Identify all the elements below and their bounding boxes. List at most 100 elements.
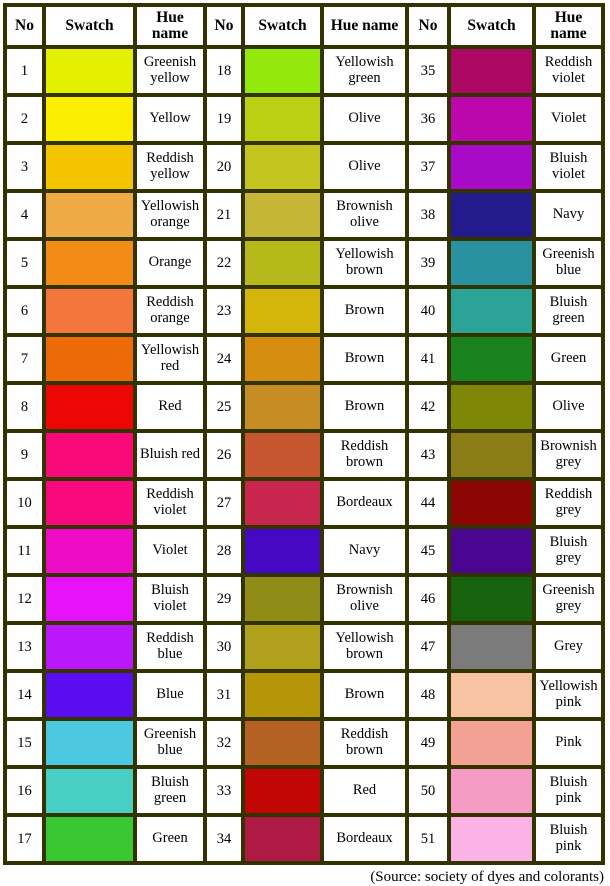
color-swatch <box>245 481 320 525</box>
hue-name: Grey <box>534 623 603 671</box>
header-hue-3: Hue name <box>534 5 603 47</box>
header-no-1: No <box>5 5 44 47</box>
swatch-number: 16 <box>5 767 44 815</box>
hue-name: Navy <box>322 527 407 575</box>
color-swatch <box>245 385 320 429</box>
swatch-cell <box>44 143 135 191</box>
swatch-cell <box>243 47 322 95</box>
color-swatch <box>451 769 532 813</box>
table-row: 1 Greenish yellow 18 Yellowish green 35 Reddi… <box>5 47 603 95</box>
hue-name: Green <box>135 815 205 863</box>
swatch-number: 17 <box>5 815 44 863</box>
color-swatch <box>451 673 532 717</box>
hue-swatch-table: No Swatch Hue name No Swatch Hue name No… <box>3 3 605 865</box>
header-hue-2: Hue name <box>322 5 407 47</box>
swatch-cell <box>243 623 322 671</box>
hue-name: Orange <box>135 239 205 287</box>
color-swatch <box>245 337 320 381</box>
color-swatch <box>245 577 320 621</box>
swatch-number: 43 <box>407 431 449 479</box>
swatch-cell <box>243 335 322 383</box>
color-swatch <box>46 529 133 573</box>
swatch-number: 19 <box>205 95 243 143</box>
swatch-cell <box>44 527 135 575</box>
hue-name: Brown <box>322 383 407 431</box>
swatch-cell <box>44 431 135 479</box>
swatch-cell <box>243 239 322 287</box>
swatch-cell <box>449 671 534 719</box>
table-body: 1 Greenish yellow 18 Yellowish green 35 Reddi… <box>5 47 603 863</box>
hue-name: Blue <box>135 671 205 719</box>
swatch-number: 23 <box>205 287 243 335</box>
hue-name: Yellow <box>135 95 205 143</box>
color-swatch <box>46 769 133 813</box>
swatch-cell <box>449 575 534 623</box>
color-swatch <box>451 145 532 189</box>
swatch-cell <box>44 575 135 623</box>
hue-name: Bluish violet <box>534 143 603 191</box>
swatch-cell <box>243 527 322 575</box>
hue-name: Bluish violet <box>135 575 205 623</box>
color-swatch <box>245 673 320 717</box>
table-row: 2 Yellow 19 Olive 36 Violet <box>5 95 603 143</box>
color-swatch <box>451 817 532 861</box>
color-swatch <box>451 289 532 333</box>
swatch-number: 42 <box>407 383 449 431</box>
hue-name: Bluish green <box>534 287 603 335</box>
swatch-cell <box>243 191 322 239</box>
hue-name: Bordeaux <box>322 479 407 527</box>
swatch-number: 46 <box>407 575 449 623</box>
hue-name: Bluish grey <box>534 527 603 575</box>
swatch-cell <box>44 95 135 143</box>
swatch-cell <box>243 431 322 479</box>
header-swatch-2: Swatch <box>243 5 322 47</box>
swatch-cell <box>449 623 534 671</box>
color-swatch <box>46 241 133 285</box>
swatch-number: 32 <box>205 719 243 767</box>
swatch-cell <box>44 191 135 239</box>
hue-name: Brown <box>322 287 407 335</box>
hue-name: Pink <box>534 719 603 767</box>
swatch-number: 50 <box>407 767 449 815</box>
swatch-number: 51 <box>407 815 449 863</box>
hue-name: Bluish pink <box>534 815 603 863</box>
color-swatch <box>46 673 133 717</box>
swatch-cell <box>243 719 322 767</box>
swatch-cell <box>44 671 135 719</box>
hue-name: Violet <box>534 95 603 143</box>
table-row: 9 Bluish red 26 Reddish brown 43 Brownish gre… <box>5 431 603 479</box>
header-swatch-1: Swatch <box>44 5 135 47</box>
swatch-number: 15 <box>5 719 44 767</box>
swatch-number: 4 <box>5 191 44 239</box>
swatch-number: 47 <box>407 623 449 671</box>
color-swatch <box>245 769 320 813</box>
hue-name: Greenish yellow <box>135 47 205 95</box>
swatch-number: 7 <box>5 335 44 383</box>
swatch-cell <box>44 383 135 431</box>
color-swatch <box>451 721 532 765</box>
table-row: 7 Yellowish red 24 Brown 41 Green <box>5 335 603 383</box>
header-no-3: No <box>407 5 449 47</box>
hue-name: Olive <box>322 143 407 191</box>
table-row: 6 Reddish orange 23 Brown 40 Bluish green <box>5 287 603 335</box>
hue-name: Violet <box>135 527 205 575</box>
swatch-cell <box>243 383 322 431</box>
swatch-cell <box>449 239 534 287</box>
swatch-number: 49 <box>407 719 449 767</box>
hue-name: Yellowish pink <box>534 671 603 719</box>
table-row: 3 Reddish yellow 20 Olive 37 Bluish violet <box>5 143 603 191</box>
color-swatch <box>46 481 133 525</box>
swatch-number: 28 <box>205 527 243 575</box>
hue-name: Yellowish green <box>322 47 407 95</box>
swatch-cell <box>44 623 135 671</box>
swatch-number: 13 <box>5 623 44 671</box>
swatch-number: 5 <box>5 239 44 287</box>
swatch-cell <box>449 95 534 143</box>
hue-name: Brownish olive <box>322 575 407 623</box>
swatch-number: 48 <box>407 671 449 719</box>
swatch-number: 29 <box>205 575 243 623</box>
swatch-cell <box>243 767 322 815</box>
color-swatch <box>245 433 320 477</box>
swatch-cell <box>449 191 534 239</box>
hue-name: Bluish pink <box>534 767 603 815</box>
